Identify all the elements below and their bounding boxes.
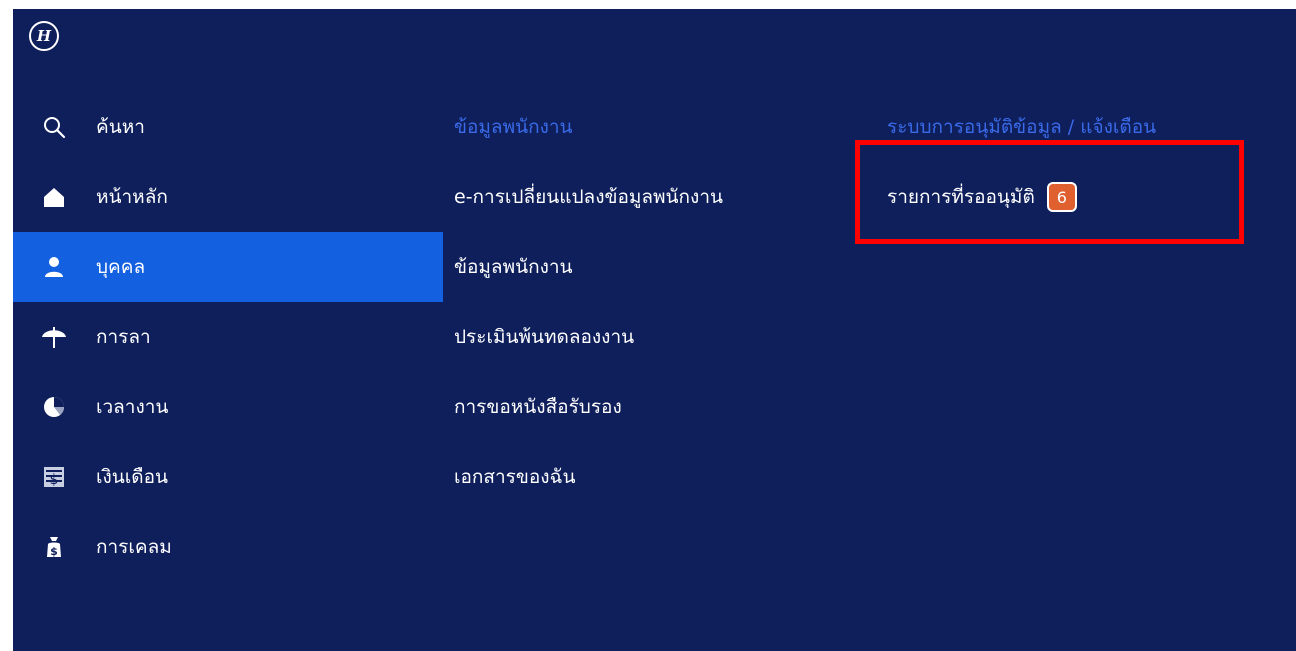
employee-column: ข้อมูลพนักงาน e-การเปลี่ยนแปลงข้อมูลพนัก… xyxy=(454,92,723,512)
home-icon xyxy=(41,184,67,210)
my-documents-link[interactable]: เอกสารของฉัน xyxy=(454,442,723,512)
employee-info-link[interactable]: ข้อมูลพนักงาน xyxy=(454,232,723,302)
sidebar-item-label: หน้าหลัก xyxy=(96,186,168,208)
sidebar-item-label: การลา xyxy=(96,326,151,348)
certificate-request-link[interactable]: การขอหนังสือรับรอง xyxy=(454,372,723,442)
search-icon xyxy=(41,114,67,140)
sidebar-item-salary[interactable]: $ เงินเดือน xyxy=(13,442,443,512)
sidebar-item-worktime[interactable]: เวลางาน xyxy=(13,372,443,442)
approval-column-header: ระบบการอนุมัติข้อมูล / แจ้งเตือน xyxy=(887,116,1157,138)
sidebar-item-label: บุคคล xyxy=(96,256,146,278)
sidebar-menu: ค้นหา หน้าหลัก บุคคล การลา เวลางาน $ เงิ… xyxy=(13,92,443,582)
pending-approval-label: รายการที่รออนุมัติ xyxy=(887,186,1035,208)
sidebar-item-claim[interactable]: $ การเคลม xyxy=(13,512,443,582)
menu-panel: H ค้นหา หน้าหลัก บุคคล การลา เวลางาน $ เ… xyxy=(13,9,1296,651)
logo[interactable]: H xyxy=(29,21,59,51)
employee-column-header: ข้อมูลพนักงาน xyxy=(454,116,573,138)
sidebar-item-label: ค้นหา xyxy=(96,116,145,138)
sidebar-item-person[interactable]: บุคคล xyxy=(13,232,443,302)
svg-text:$: $ xyxy=(50,545,58,558)
sidebar-item-home[interactable]: หน้าหลัก xyxy=(13,162,443,232)
svg-text:$: $ xyxy=(50,472,59,488)
salary-icon: $ xyxy=(41,464,67,490)
user-icon xyxy=(41,254,67,280)
sidebar-item-leave[interactable]: การลา xyxy=(13,302,443,372)
umbrella-icon xyxy=(41,324,67,350)
sidebar-item-label: การเคลม xyxy=(96,536,172,558)
sidebar-item-search[interactable]: ค้นหา xyxy=(13,92,443,162)
clock-icon xyxy=(41,394,67,420)
pending-approval-link[interactable]: รายการที่รออนุมัติ 6 xyxy=(887,162,1156,232)
sidebar-item-label: เงินเดือน xyxy=(96,466,168,488)
employee-change-link[interactable]: e-การเปลี่ยนแปลงข้อมูลพนักงาน xyxy=(454,162,723,232)
pending-count-badge: 6 xyxy=(1046,182,1077,212)
approval-column: ระบบการอนุมัติข้อมูล / แจ้งเตือน รายการท… xyxy=(887,92,1156,232)
probation-evaluation-link[interactable]: ประเมินพ้นทดลองงาน xyxy=(454,302,723,372)
sidebar-item-label: เวลางาน xyxy=(96,396,169,418)
money-bag-icon: $ xyxy=(41,534,67,560)
